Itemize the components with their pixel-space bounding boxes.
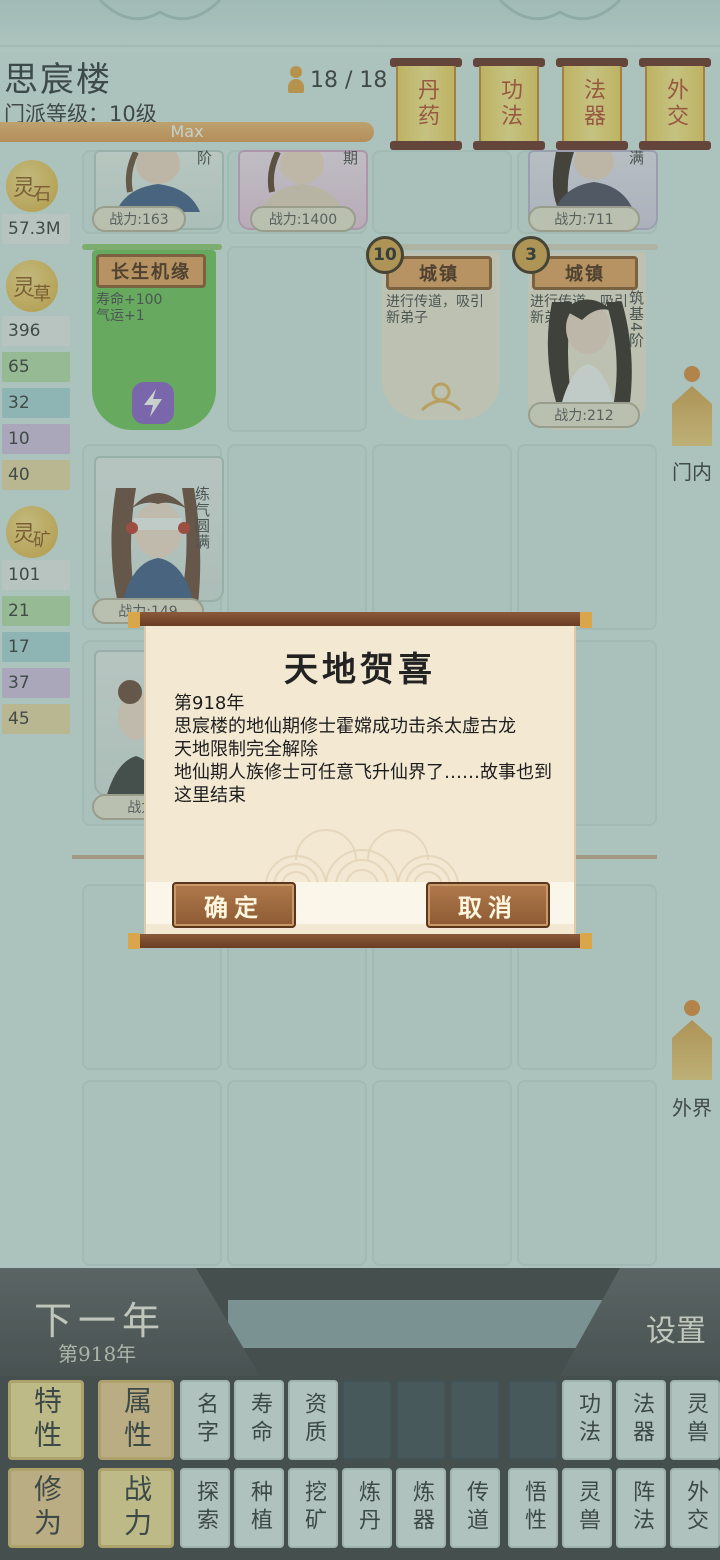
confirm-button[interactable]: 确定 — [172, 882, 296, 928]
rod-cap — [128, 612, 140, 628]
rod-cap — [580, 612, 592, 628]
scroll-rod-top — [134, 612, 586, 626]
rod-cap — [580, 933, 592, 949]
cloud-ornament — [265, 829, 459, 886]
dialog-message: 第918年 思宸楼的地仙期修士霍嫦成功击杀太虚古龙 天地限制完全解除 地仙期人族… — [174, 692, 564, 807]
dialog-line: 天地限制完全解除 — [174, 739, 318, 760]
cancel-button[interactable]: 取消 — [426, 882, 550, 928]
dialog-title: 天地贺喜 — [284, 650, 436, 690]
dialog-line: 思宸楼的地仙期修士霍嫦成功击杀太虚古龙 — [174, 716, 516, 737]
celebration-dialog: 天地贺喜 第918年 思宸楼的地仙期修士霍嫦成功击杀太虚古龙 天地限制完全解除 … — [128, 612, 592, 949]
rod-cap — [128, 933, 140, 949]
scroll-rod-bottom — [134, 934, 586, 948]
dialog-line: 第918年 — [174, 693, 245, 714]
dialog-line: 地仙期人族修士可任意飞升仙界了……故事也到这里结束 — [174, 762, 552, 806]
